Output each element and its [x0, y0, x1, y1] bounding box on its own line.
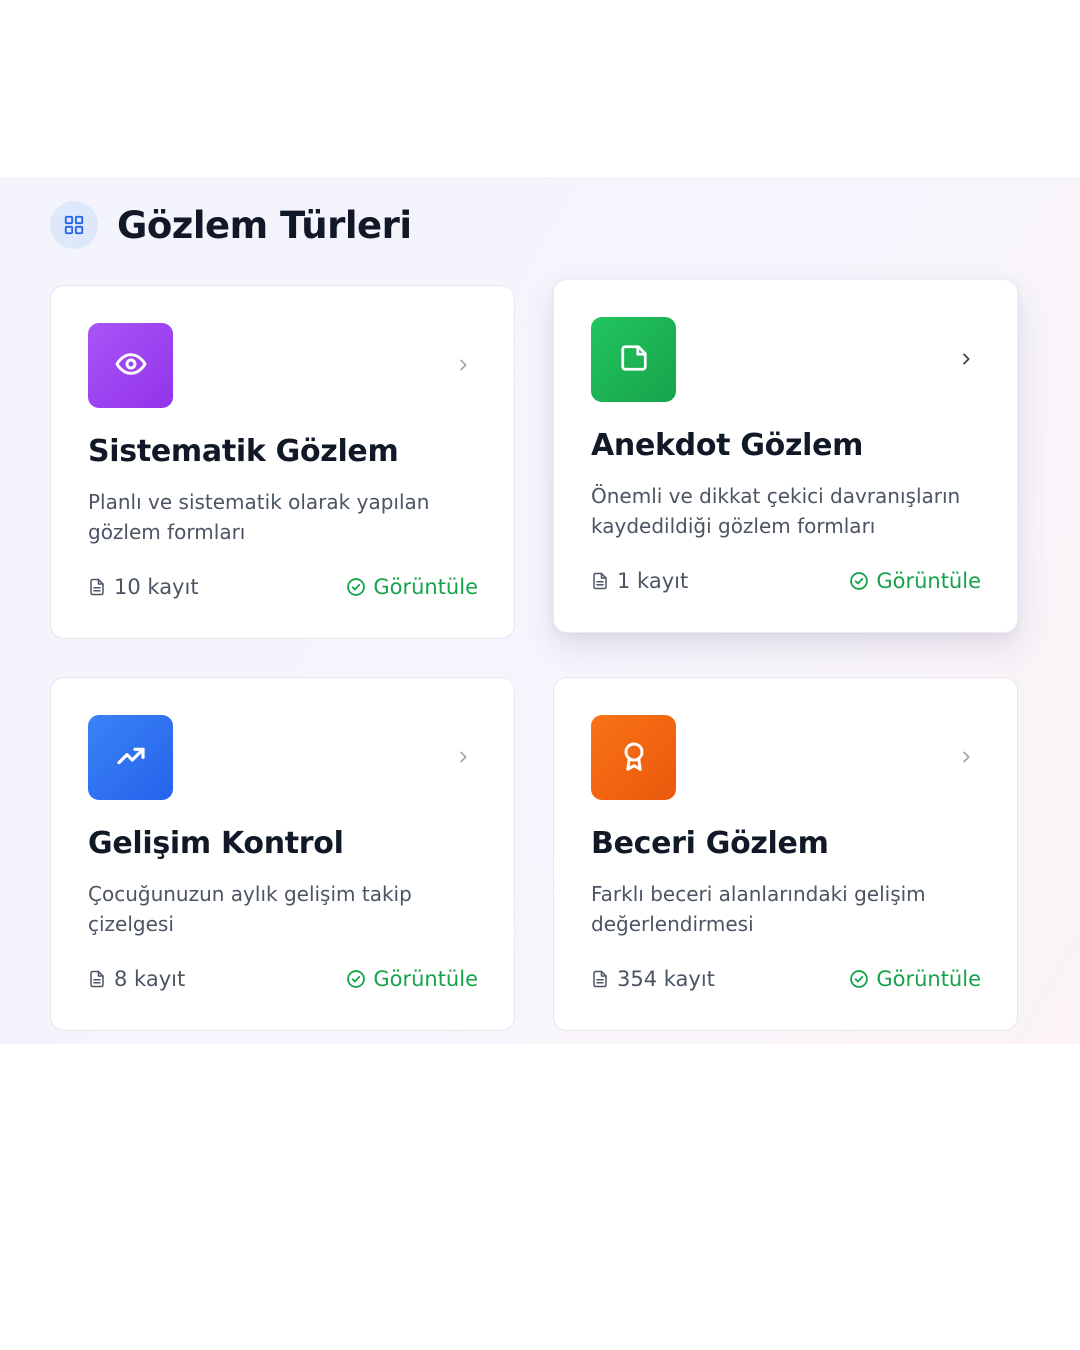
view-button-label: Görüntüle	[876, 569, 981, 593]
record-count-label: 1 kayıt	[617, 569, 689, 593]
card-title: Beceri Gözlem	[591, 826, 829, 861]
card-sistematik-gozlem[interactable]: Sistematik Gözlem Planlı ve sistematik o…	[50, 285, 515, 639]
chevron-right-icon[interactable]	[955, 746, 977, 768]
check-circle-icon	[850, 572, 869, 590]
chevron-right-icon[interactable]	[452, 746, 474, 768]
card-gelisim-kontrol[interactable]: Gelişim Kontrol Çocuğunuzun aylık gelişi…	[50, 677, 515, 1031]
check-circle-icon	[850, 970, 869, 988]
card-icon-tile	[88, 323, 173, 408]
card-footer: 1 kayıt Görüntüle	[591, 567, 981, 595]
card-description: Çocuğunuzun aylık gelişim takip çizelges…	[88, 882, 412, 936]
card-footer: 8 kayıt Görüntüle	[88, 965, 478, 993]
card-description: Önemli ve dikkat çekici davranışların ka…	[591, 484, 961, 538]
record-count: 354 kayıt	[591, 967, 715, 991]
view-button-label: Görüntüle	[373, 967, 478, 991]
view-button[interactable]: Görüntüle	[849, 967, 981, 991]
document-icon	[90, 578, 104, 596]
section-header: Gözlem Türleri	[50, 201, 412, 249]
page-title: Gözlem Türleri	[117, 203, 412, 247]
document-icon	[90, 970, 104, 988]
card-footer: 10 kayıt Görüntüle	[88, 573, 478, 601]
record-count: 1 kayıt	[591, 569, 688, 593]
card-beceri-gozlem[interactable]: Beceri Gözlem Farklı beceri alanlarındak…	[553, 677, 1018, 1031]
record-count-label: 10 kayıt	[114, 575, 199, 599]
award-icon	[618, 740, 650, 776]
card-icon-tile	[591, 317, 676, 402]
view-button-label: Görüntüle	[876, 967, 981, 991]
record-count-label: 8 kayıt	[114, 967, 186, 991]
document-icon	[593, 572, 607, 590]
card-title: Gelişim Kontrol	[88, 826, 344, 861]
card-title: Anekdot Gözlem	[591, 428, 864, 463]
card-title: Sistematik Gözlem	[88, 434, 399, 469]
eye-icon	[115, 348, 147, 384]
card-icon-tile	[591, 715, 676, 800]
view-button[interactable]: Görüntüle	[346, 967, 478, 991]
observation-types-section: Gözlem Türleri Sistematik Gözlem Planlı …	[0, 177, 1080, 1044]
card-description: Farklı beceri alanlarındaki gelişim değe…	[591, 882, 926, 936]
card-anekdot-gozlem[interactable]: Anekdot Gözlem Önemli ve dikkat çekici d…	[553, 279, 1018, 633]
view-button[interactable]: Görüntüle	[346, 575, 478, 599]
view-button[interactable]: Görüntüle	[849, 569, 981, 593]
view-button-label: Görüntüle	[373, 575, 478, 599]
document-icon	[593, 970, 607, 988]
card-description: Planlı ve sistematik olarak yapılan gözl…	[88, 490, 430, 544]
check-circle-icon	[347, 970, 366, 988]
chevron-right-icon[interactable]	[955, 348, 977, 370]
chevron-right-icon[interactable]	[452, 354, 474, 376]
record-count: 10 kayıt	[88, 575, 199, 599]
sticky-note-icon	[619, 343, 649, 377]
card-icon-tile	[88, 715, 173, 800]
grid-icon	[50, 201, 98, 249]
record-count-label: 354 kayıt	[617, 967, 715, 991]
check-circle-icon	[347, 578, 366, 596]
card-footer: 354 kayıt Görüntüle	[591, 965, 981, 993]
trending-up-icon	[115, 740, 147, 776]
record-count: 8 kayıt	[88, 967, 185, 991]
